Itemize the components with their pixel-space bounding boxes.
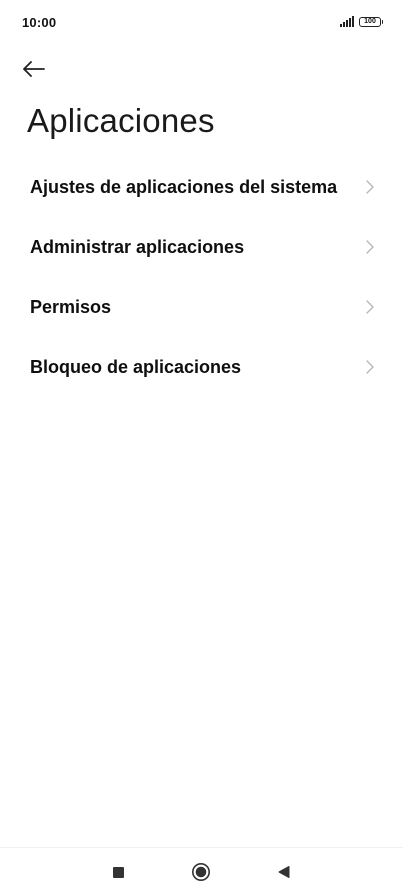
recents-button[interactable]	[106, 860, 130, 884]
menu-item-label: Bloqueo de aplicaciones	[30, 356, 242, 377]
menu-item-system-app-settings[interactable]: Ajustes de aplicaciones del sistema	[0, 157, 403, 217]
settings-menu-list: Ajustes de aplicaciones del sistema Admi…	[0, 157, 403, 397]
chevron-right-icon	[366, 180, 374, 194]
back-button[interactable]	[22, 52, 62, 86]
chevron-right-icon	[366, 360, 374, 374]
arrow-left-icon	[23, 61, 45, 77]
menu-item-label: Administrar aplicaciones	[30, 236, 245, 257]
menu-item-app-lock[interactable]: Bloqueo de aplicaciones	[0, 337, 403, 397]
navigation-bar	[0, 847, 403, 896]
home-button[interactable]	[189, 860, 213, 884]
battery-level: 100	[364, 18, 376, 25]
battery-icon: 100	[359, 16, 383, 27]
page-title: Aplicaciones	[27, 102, 215, 139]
menu-item-label: Ajustes de aplicaciones del sistema	[30, 176, 338, 197]
triangle-left-icon	[278, 866, 290, 878]
status-time: 10:00	[22, 15, 57, 30]
menu-item-label: Permisos	[30, 296, 112, 317]
chevron-right-icon	[366, 300, 374, 314]
menu-item-manage-apps[interactable]: Administrar aplicaciones	[0, 217, 403, 277]
nav-back-button[interactable]	[272, 860, 296, 884]
square-icon	[112, 866, 124, 878]
chevron-right-icon	[366, 240, 374, 254]
signal-icon	[340, 16, 354, 27]
menu-item-permissions[interactable]: Permisos	[0, 277, 403, 337]
circle-icon	[192, 863, 210, 881]
status-icons: 100	[340, 16, 383, 27]
status-bar: 10:00 100	[0, 0, 403, 48]
